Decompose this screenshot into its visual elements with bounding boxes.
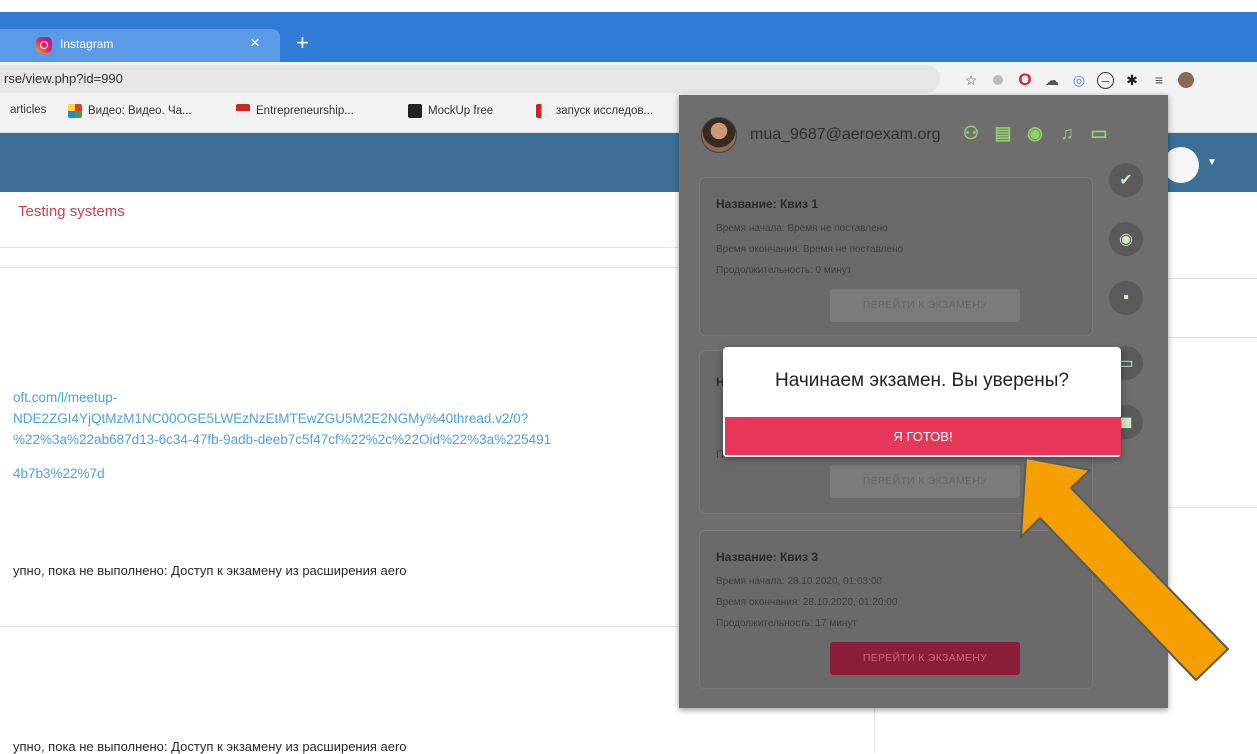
chart-icon xyxy=(536,104,550,118)
bookmark-star-icon[interactable]: ☆ xyxy=(962,71,980,89)
go-to-exam-button[interactable]: ПЕРЕЙТИ К ЭКЗАМЕНУ xyxy=(830,642,1020,675)
sidebar-block xyxy=(1164,278,1257,338)
mockup-icon xyxy=(408,104,422,118)
multicolor-icon xyxy=(68,104,82,118)
chat-icon[interactable]: ▪ xyxy=(1109,281,1143,315)
microphone-icon[interactable]: ♫ xyxy=(1056,122,1078,144)
grey-dot-icon[interactable] xyxy=(989,71,1007,89)
exam-end: Время окончания: Время не поставлено xyxy=(716,244,904,255)
confirm-dialog: Начинаем экзамен. Вы уверены? Я ГОТОВ! xyxy=(723,347,1121,457)
bookmark-label: Entrepreneurship... xyxy=(256,105,354,117)
go-to-exam-button[interactable]: ПЕРЕЙТИ К ЭКЗАМЕНУ xyxy=(830,465,1020,498)
popup-header: mua_9687@aeroexam.org ⚇ ▤ ◉ ♫ ▭ xyxy=(679,95,1168,167)
reading-list-icon[interactable]: ≡ xyxy=(1150,71,1168,89)
exam-end: Время окончания: 28.10.2020, 01:20:00 xyxy=(716,597,898,608)
check-icon[interactable]: ✔ xyxy=(1109,163,1143,197)
confirm-ready-button[interactable]: Я ГОТОВ! xyxy=(725,417,1121,455)
bookmark-mockup[interactable]: MockUp free xyxy=(408,104,493,118)
minus-circle-icon[interactable]: – xyxy=(1097,71,1114,89)
restriction-text: упно, пока не выполнено: Доступ к экзаме… xyxy=(13,739,407,754)
exam-start: Время начала: 28.10.2020, 01:03:00 xyxy=(716,576,882,587)
meeting-link-line[interactable]: NDE2ZGI4YjQtMzM1NC00OGE5LWEzNzEtMTEwZGU5… xyxy=(13,408,528,429)
browser-tab-strip: Instagram × + xyxy=(0,12,1257,62)
screen-top-margin xyxy=(0,0,1257,12)
exam-card: Название: Квиз 1 Время начала: Время не … xyxy=(699,177,1093,336)
bookmark-label: запуск исследов... xyxy=(556,105,654,117)
exam-title: Название: Квиз 1 xyxy=(716,197,819,211)
webcam-icon[interactable]: ◉ xyxy=(1024,122,1046,144)
bookmark-research[interactable]: запуск исследов... xyxy=(536,104,653,118)
bookmark-articles[interactable]: articles xyxy=(10,104,46,116)
profile-avatar-icon[interactable] xyxy=(1177,71,1195,89)
flag-icon xyxy=(236,104,250,118)
extension-toolbar: ☆ O ☁ ◎ – ✱ ≡ xyxy=(962,70,1195,90)
user-email: mua_9687@aeroexam.org xyxy=(750,126,941,143)
screen-share-icon[interactable]: ▭ xyxy=(1088,122,1110,144)
exam-card: Название: Квиз 3 Время начала: 28.10.202… xyxy=(699,530,1093,689)
tab-title: Instagram xyxy=(60,37,114,51)
user-avatar xyxy=(701,117,737,153)
exam-duration: Продолжительность: 17 минут xyxy=(716,618,858,629)
restriction-text: упно, пока не выполнено: Доступ к экзаме… xyxy=(13,563,407,578)
url-field[interactable]: rse/view.php?id=990 xyxy=(0,65,940,93)
exam-duration: Продолжительность: 0 минут xyxy=(716,265,852,276)
tab-close-icon[interactable]: × xyxy=(250,33,260,53)
dialog-title: Начинаем экзамен. Вы уверены? xyxy=(775,370,1069,391)
chevron-down-icon[interactable]: ▼ xyxy=(1207,157,1217,168)
users-icon[interactable]: ⚇ xyxy=(960,122,982,144)
exam-title: Название: Квиз 3 xyxy=(716,550,819,564)
instagram-icon xyxy=(36,37,52,53)
popup-status-icons: ⚇ ▤ ◉ ♫ ▭ xyxy=(960,122,1110,144)
opera-icon[interactable]: O xyxy=(1016,70,1034,89)
meeting-link-line[interactable]: %22%3a%22ab687d13-6c34-47fb-9adb-deeb7c5… xyxy=(13,429,551,450)
bookmark-label: MockUp free xyxy=(428,105,494,117)
bookmark-label: Видео: Видео. Ча... xyxy=(88,105,192,117)
exam-start: Время начала: Время не поставлено xyxy=(716,223,888,234)
cloud-icon[interactable]: ☁ xyxy=(1043,71,1061,89)
bookmark-label: articles xyxy=(10,104,47,116)
camera-icon[interactable]: ◉ xyxy=(1109,222,1143,256)
puzzle-icon[interactable]: ✱ xyxy=(1123,71,1141,89)
user-avatar[interactable] xyxy=(1163,147,1199,183)
bookmark-entrepreneurship[interactable]: Entrepreneurship... xyxy=(236,104,354,118)
new-tab-button[interactable]: + xyxy=(296,30,309,56)
browser-tab[interactable]: Instagram × xyxy=(0,29,280,62)
breadcrumb[interactable]: Testing systems xyxy=(18,203,125,220)
document-icon[interactable]: ▤ xyxy=(992,122,1014,144)
meeting-link-line[interactable]: oft.com/l/meetup- xyxy=(13,387,117,408)
address-bar: rse/view.php?id=990 ☆ O ☁ ◎ – ✱ ≡ xyxy=(0,62,1257,96)
meeting-link-line[interactable]: 4b7b3%22%7d xyxy=(13,463,105,484)
divider xyxy=(1164,507,1257,508)
check-circle-icon[interactable]: ◎ xyxy=(1070,71,1088,89)
bookmark-video[interactable]: Видео: Видео. Ча... xyxy=(68,104,192,118)
go-to-exam-button[interactable]: ПЕРЕЙТИ К ЭКЗАМЕНУ xyxy=(830,289,1020,322)
